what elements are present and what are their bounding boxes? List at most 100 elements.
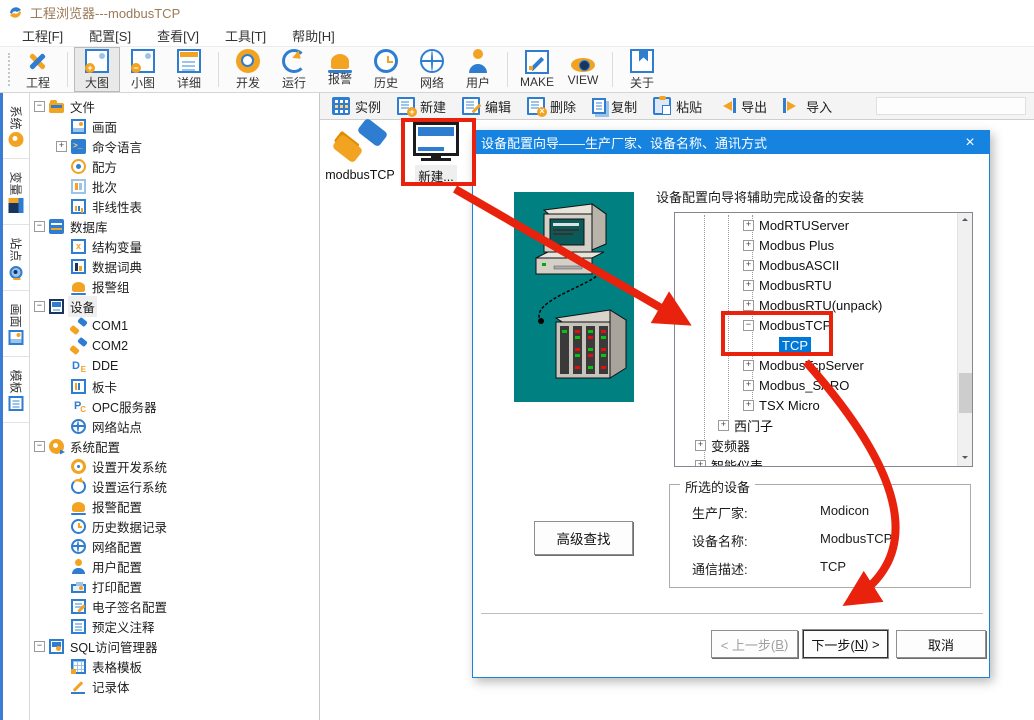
tree-item[interactable]: −文件 xyxy=(30,96,319,116)
expander-icon[interactable]: − xyxy=(34,301,45,312)
side-tab-画面[interactable]: 画面 xyxy=(3,291,29,357)
device-tree-item[interactable]: +ModbusASCII xyxy=(675,255,957,275)
tree-item[interactable]: 结构变量 xyxy=(30,236,319,256)
toolbar-button-detail[interactable]: 详细 xyxy=(166,47,212,92)
expander-icon[interactable]: + xyxy=(743,220,754,231)
expander-icon[interactable]: + xyxy=(743,380,754,391)
toolbar-button-history[interactable]: 历史 xyxy=(363,47,409,92)
device-tree-item[interactable]: +Modbus_SARO xyxy=(675,375,957,395)
toolbar-button-develop[interactable]: 开发 xyxy=(225,47,271,92)
scroll-down-icon[interactable] xyxy=(958,450,973,466)
device-tree-item[interactable]: +Modbus Plus xyxy=(675,235,957,255)
menu-item[interactable]: 工具[T] xyxy=(213,23,278,48)
expander-icon[interactable]: + xyxy=(743,260,754,271)
toolbar2-button-new-doc[interactable]: 新建 xyxy=(389,93,454,119)
toolbar-button-big-image[interactable]: 大图 xyxy=(74,47,120,92)
expander-icon[interactable]: + xyxy=(56,141,67,152)
tree-item[interactable]: 非线性表 xyxy=(30,196,319,216)
tree-item[interactable]: 设置运行系统 xyxy=(30,476,319,496)
expander-icon[interactable]: + xyxy=(743,360,754,371)
device-tree-item[interactable]: +ModbusTcpServer xyxy=(675,355,957,375)
side-tab-变量[interactable]: 变量 xyxy=(3,159,29,225)
device-tree-item[interactable]: +西门子 xyxy=(675,415,957,435)
scrollbar-thumb[interactable] xyxy=(959,373,972,413)
tree-item[interactable]: 画面 xyxy=(30,116,319,136)
toolbar2-button-instance[interactable]: 实例 xyxy=(324,93,389,119)
tree-item[interactable]: −数据库 xyxy=(30,216,319,236)
toolbar2-button-paste[interactable]: 粘贴 xyxy=(645,93,710,119)
tree-item[interactable]: OPC服务器 xyxy=(30,396,319,416)
device-tree-item[interactable]: +ModbusRTU(unpack) xyxy=(675,295,957,315)
menu-item[interactable]: 查看[V] xyxy=(145,23,211,48)
expander-icon[interactable]: − xyxy=(34,101,45,112)
close-icon[interactable]: × xyxy=(959,134,981,152)
tree-item[interactable]: 配方 xyxy=(30,156,319,176)
listbox-scrollbar[interactable] xyxy=(957,213,972,466)
menu-item[interactable]: 工程[F] xyxy=(10,23,75,48)
search-input[interactable] xyxy=(876,97,1026,115)
expander-icon[interactable]: + xyxy=(743,300,754,311)
expander-icon[interactable]: − xyxy=(34,221,45,232)
expander-icon[interactable]: + xyxy=(695,440,706,451)
device-tree-item[interactable]: +ModRTUServer xyxy=(675,215,957,235)
device-tree-item[interactable]: TCP xyxy=(675,335,957,355)
tree-item[interactable]: 用户配置 xyxy=(30,556,319,576)
toolbar-button-tools[interactable]: 工程 xyxy=(15,47,61,92)
toolbar-button-small-image[interactable]: 小图 xyxy=(120,47,166,92)
toolbar-button-make[interactable]: MAKE xyxy=(514,47,560,92)
toolbar-button-run[interactable]: 运行 xyxy=(271,47,317,92)
canvas-item-新建...[interactable]: 新建... xyxy=(398,122,474,186)
tree-item[interactable]: −设备 xyxy=(30,296,319,316)
device-listbox[interactable]: +ModRTUServer+Modbus Plus+ModbusASCII+Mo… xyxy=(674,212,973,467)
toolbar2-button-edit-doc[interactable]: 编辑 xyxy=(454,93,519,119)
menu-item[interactable]: 帮助[H] xyxy=(280,23,347,48)
side-tab-系统[interactable]: 系统 xyxy=(3,93,29,159)
device-tree-item[interactable]: +ModbusRTU xyxy=(675,275,957,295)
device-tree-item[interactable]: −ModbusTCP xyxy=(675,315,957,335)
tree-item[interactable]: 报警配置 xyxy=(30,496,319,516)
dialog-titlebar[interactable]: 设备配置向导——生产厂家、设备名称、通讯方式 × xyxy=(473,131,989,154)
tree-item[interactable]: COM1 xyxy=(30,316,319,336)
toolbar-button-user[interactable]: 用户 xyxy=(455,47,501,92)
tree-item[interactable]: DDE xyxy=(30,356,319,376)
tree-item[interactable]: −SQL访问管理器 xyxy=(30,636,319,656)
tree-item[interactable]: 打印配置 xyxy=(30,576,319,596)
side-tab-站点[interactable]: 站点 xyxy=(3,225,29,291)
toolbar2-button-export[interactable]: 导出 xyxy=(710,93,775,119)
tree-item[interactable]: 电子签名配置 xyxy=(30,596,319,616)
toolbar2-button-copy[interactable]: 复制 xyxy=(584,93,645,119)
canvas-item-modbusTCP[interactable]: modbusTCP xyxy=(322,125,398,183)
expander-icon[interactable]: − xyxy=(743,320,754,331)
side-tab-模板[interactable]: 模板 xyxy=(3,357,29,423)
tree-item[interactable]: 预定义注释 xyxy=(30,616,319,636)
back-button[interactable]: < 上一步(B) xyxy=(711,630,798,658)
tree-item[interactable]: COM2 xyxy=(30,336,319,356)
expander-icon[interactable]: − xyxy=(34,641,45,652)
expander-icon[interactable]: − xyxy=(34,441,45,452)
expander-icon[interactable]: + xyxy=(743,280,754,291)
scroll-up-icon[interactable] xyxy=(958,213,973,229)
menu-item[interactable]: 配置[S] xyxy=(77,23,143,48)
tree-item[interactable]: 记录体 xyxy=(30,676,319,696)
toolbar2-button-import[interactable]: 导入 xyxy=(775,93,840,119)
cancel-button[interactable]: 取消 xyxy=(896,630,986,658)
tree-item[interactable]: −系统配置 xyxy=(30,436,319,456)
tree-item[interactable]: 批次 xyxy=(30,176,319,196)
tree-item[interactable]: +命令语言 xyxy=(30,136,319,156)
toolbar-button-network[interactable]: 网络 xyxy=(409,47,455,92)
tree-item[interactable]: 设置开发系统 xyxy=(30,456,319,476)
advanced-find-button[interactable]: 高级查找 xyxy=(534,521,633,555)
tree-item[interactable]: 网络配置 xyxy=(30,536,319,556)
expander-icon[interactable]: + xyxy=(743,240,754,251)
toolbar2-button-delete-doc[interactable]: 删除 xyxy=(519,93,584,119)
tree-item[interactable]: 网络站点 xyxy=(30,416,319,436)
toolbar-button-view[interactable]: VIEW xyxy=(560,47,606,92)
expander-icon[interactable]: + xyxy=(743,400,754,411)
toolbar-button-about[interactable]: 关于 xyxy=(619,47,665,92)
tree-item[interactable]: 表格模板 xyxy=(30,656,319,676)
device-tree-item[interactable]: +智能仪表 xyxy=(675,455,957,467)
tree-item[interactable]: 板卡 xyxy=(30,376,319,396)
device-tree-item[interactable]: +变频器 xyxy=(675,435,957,455)
tree-item[interactable]: 报警组 xyxy=(30,276,319,296)
expander-icon[interactable]: + xyxy=(695,460,706,468)
